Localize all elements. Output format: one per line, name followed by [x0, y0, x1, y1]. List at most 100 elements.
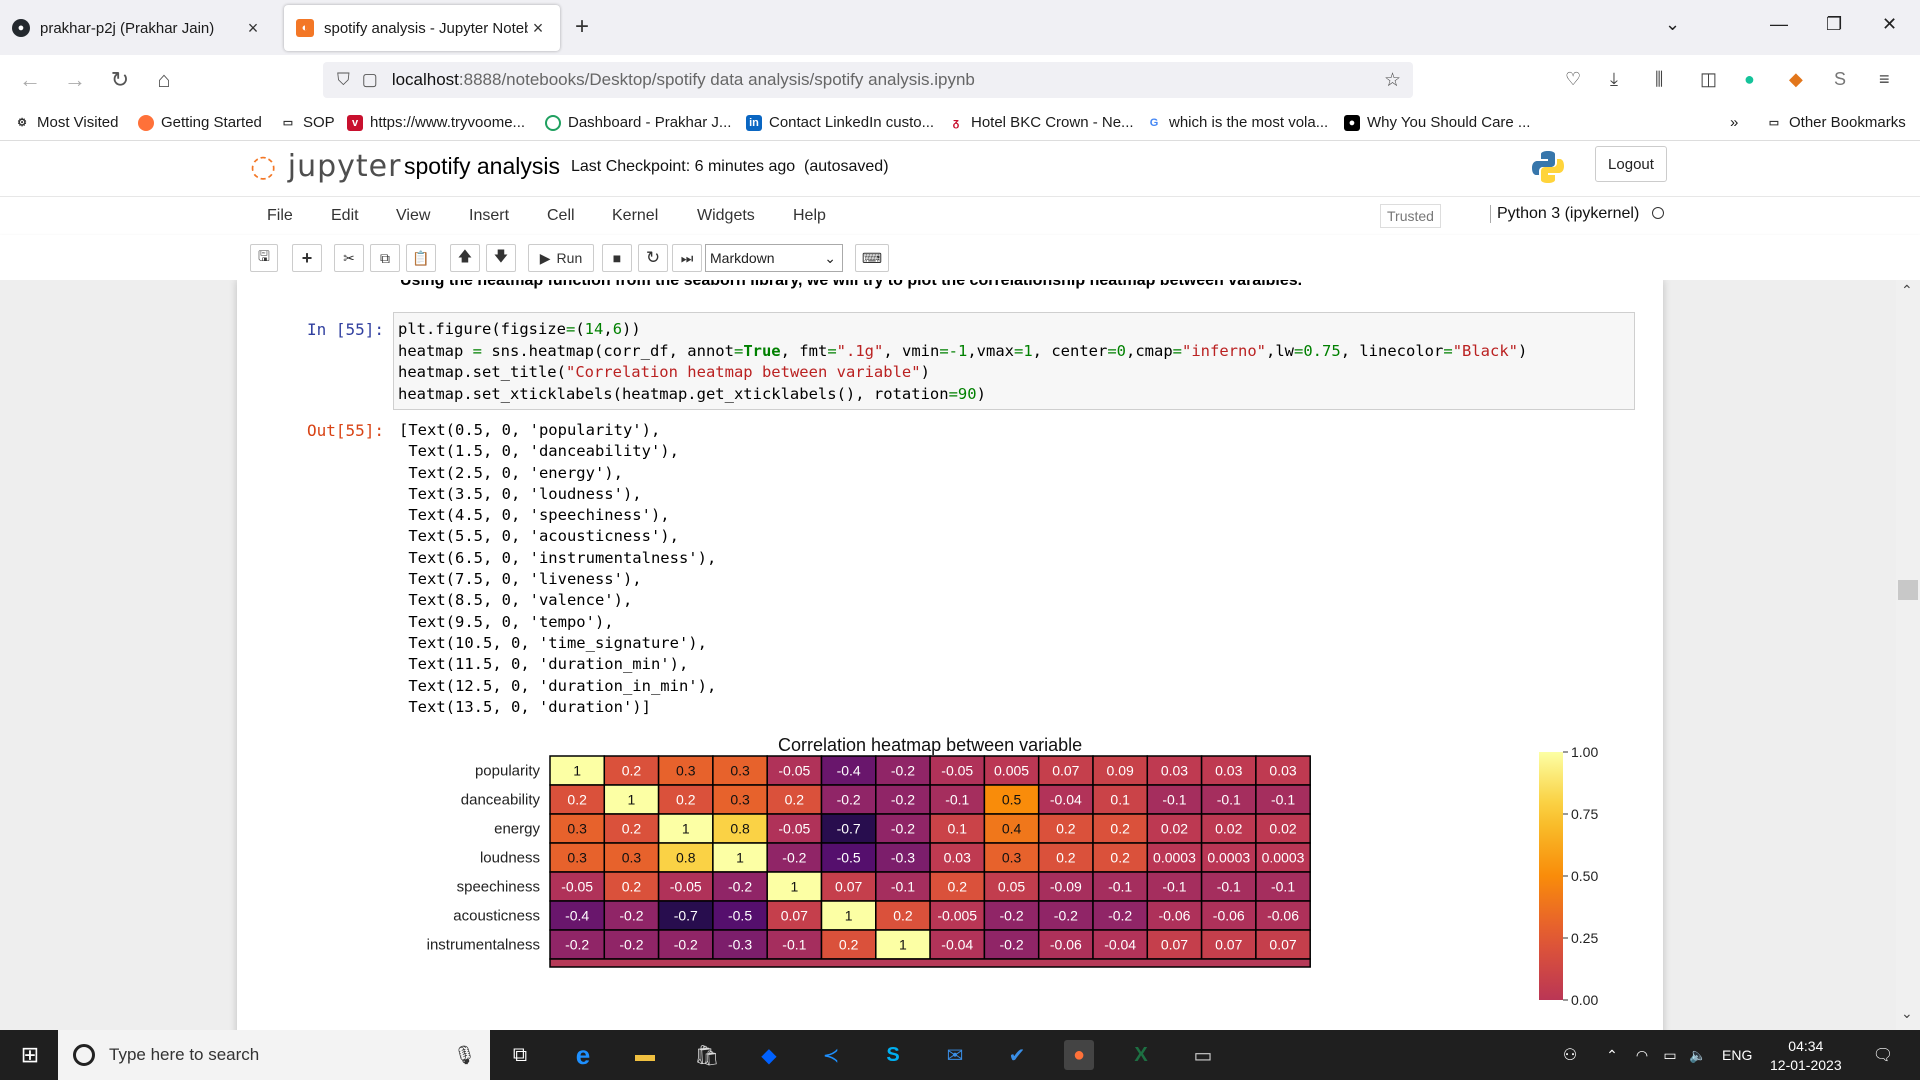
fast-forward-icon[interactable]: ⏭ [672, 244, 702, 272]
logout-button[interactable]: Logout [1595, 146, 1667, 182]
file-explorer-icon[interactable]: ▬ [630, 1040, 660, 1070]
jupyter-logo[interactable]: ◌ jupyter [250, 149, 401, 184]
close-icon[interactable]: × [528, 18, 548, 39]
menu-help[interactable]: Help [793, 207, 826, 225]
library-icon[interactable]: ⫼ [1655, 69, 1663, 90]
code-cell-input[interactable]: plt.figure(figsize=(14,6)) heatmap = sns… [393, 312, 1635, 410]
bookmark-medium[interactable]: ● Why You Should Care ... [1344, 114, 1530, 131]
cell-type-select[interactable]: Markdown ⌄ [705, 244, 843, 272]
tab-list-icon[interactable]: ⌄ [1665, 14, 1680, 35]
cell-annotation: 1 [682, 821, 690, 837]
run-button[interactable]: ▶ Run [528, 244, 594, 272]
bookmarks-overflow-icon[interactable]: » [1730, 114, 1738, 131]
cell-annotation: -0.2 [891, 763, 915, 779]
pocket-icon[interactable]: ♡ [1565, 69, 1581, 90]
sidebar-icon[interactable]: ◫ [1700, 69, 1717, 90]
insert-cell-icon[interactable]: + [292, 244, 322, 272]
menu-insert[interactable]: Insert [469, 207, 509, 225]
save-icon[interactable]: 🖫 [250, 244, 278, 272]
restore-icon[interactable]: ❐ [1826, 14, 1842, 35]
extension-s-icon[interactable]: S [1834, 69, 1846, 90]
wifi-icon[interactable]: ◠ [1627, 1040, 1657, 1070]
firefox-taskbar-icon[interactable]: ● [1064, 1040, 1094, 1070]
cell-annotation: -0.04 [941, 937, 973, 953]
excel-icon[interactable]: X [1126, 1040, 1156, 1070]
move-up-icon[interactable]: 🡅 [450, 244, 480, 272]
paste-icon[interactable]: 📋 [406, 244, 436, 272]
tab-github[interactable]: ● prakhar-p2j (Prakhar Jain) × [0, 5, 275, 51]
shield-icon: ⛉ [337, 70, 350, 89]
taskbar-search[interactable]: Type here to search 🎙 [58, 1030, 490, 1080]
bookmark-getting-started[interactable]: Getting Started [138, 114, 262, 131]
cell-annotation: 0.05 [998, 879, 1025, 895]
store-icon[interactable]: 🛍 [692, 1040, 722, 1070]
scroll-down-icon[interactable]: ⌄ [1901, 1005, 1913, 1022]
bookmark-google[interactable]: Gwhich is the most vola... [1146, 114, 1329, 131]
stop-icon[interactable]: ■ [602, 244, 632, 272]
folder-icon: ▭ [282, 116, 294, 129]
minimize-icon[interactable]: — [1770, 14, 1788, 35]
back-icon[interactable]: ← [16, 67, 44, 93]
todo-icon[interactable]: ✔ [1002, 1040, 1032, 1070]
move-down-icon[interactable]: 🡇 [486, 244, 516, 272]
download-icon[interactable]: ⤓ [1610, 69, 1618, 90]
mail-icon[interactable]: ✉ [940, 1040, 970, 1070]
taskbar-clock[interactable]: 04:34 12-01-2023 [1770, 1037, 1842, 1075]
bookmark-other[interactable]: ▭ Other Bookmarks [1766, 114, 1906, 131]
terminal-icon[interactable]: ▭ [1188, 1040, 1218, 1070]
url-bar[interactable]: ⛉ ▢ localhost:8888/notebooks/Desktop/spo… [323, 62, 1413, 98]
home-icon[interactable]: ⌂ [150, 67, 178, 93]
bookmark-hotel[interactable]: ᵹ Hotel BKC Crown - Ne... [948, 114, 1134, 131]
volume-icon[interactable]: 🔈 [1683, 1040, 1713, 1070]
forward-icon[interactable]: → [61, 67, 89, 93]
reload-icon[interactable]: ↻ [106, 67, 134, 93]
menu-icon[interactable]: ≡ [1879, 69, 1890, 90]
bookmark-dashboard[interactable]: Dashboard - Prakhar J... [545, 114, 731, 131]
notifications-icon[interactable]: 🗨 [1868, 1040, 1898, 1070]
keyboard-icon[interactable]: ⌨ [855, 244, 889, 272]
cut-icon[interactable]: ✂ [334, 244, 364, 272]
language-indicator[interactable]: ENG [1722, 1047, 1752, 1063]
copy-icon[interactable]: ⧉ [370, 244, 400, 272]
kernel-indicator[interactable]: Python 3 (ipykernel) [1490, 205, 1664, 223]
task-view-icon[interactable]: ⧉ [505, 1040, 535, 1070]
menu-view[interactable]: View [396, 207, 430, 225]
cell-annotation: 1 [736, 850, 744, 866]
battery-icon[interactable]: ▭ [1655, 1040, 1685, 1070]
window-close-icon[interactable]: ✕ [1882, 14, 1897, 35]
edge-icon[interactable]: e [568, 1040, 598, 1070]
menu-cell[interactable]: Cell [547, 207, 575, 225]
tab-jupyter[interactable]: ◐ spotify analysis - Jupyter Notebook × [284, 5, 560, 51]
skype-icon[interactable]: S [878, 1040, 908, 1070]
metamask-icon[interactable]: ◆ [1789, 69, 1803, 90]
microphone-icon[interactable]: 🎙 [453, 1045, 476, 1066]
bookmark-star-icon[interactable]: ☆ [1384, 69, 1401, 92]
bookmark-linkedin[interactable]: in Contact LinkedIn custo... [746, 114, 934, 131]
grammarly-icon[interactable]: ● [1744, 69, 1755, 90]
menu-file[interactable]: File [267, 207, 293, 225]
vscode-icon[interactable]: ≺ [816, 1040, 846, 1070]
people-icon[interactable]: ⚇ [1555, 1040, 1585, 1070]
close-icon[interactable]: × [243, 18, 263, 39]
bookmark-most-visited[interactable]: ⚙ Most Visited [14, 114, 118, 131]
bookmark-label: which is the most vola... [1169, 114, 1329, 131]
menu-edit[interactable]: Edit [331, 207, 359, 225]
clock-date: 12-01-2023 [1770, 1057, 1842, 1073]
notebook-name[interactable]: spotify analysis [404, 153, 560, 180]
menu-kernel[interactable]: Kernel [612, 207, 658, 225]
windows-start-icon[interactable]: ⊞ [15, 1040, 45, 1070]
tab-title: prakhar-p2j (Prakhar Jain) [40, 19, 215, 37]
new-tab-icon[interactable]: + [575, 13, 589, 41]
menu-widgets[interactable]: Widgets [697, 207, 755, 225]
vertical-scrollbar[interactable]: ⌃ ⌄ [1896, 280, 1920, 1030]
output-line: Text(1.5, 0, 'danceability'), [399, 442, 679, 461]
tray-chevron-icon[interactable]: ⌃ [1597, 1040, 1627, 1070]
scroll-up-icon[interactable]: ⌃ [1901, 282, 1913, 299]
trusted-indicator[interactable]: Trusted [1380, 204, 1441, 228]
bookmark-tryvoome[interactable]: v https://www.tryvoome... [347, 114, 525, 131]
cell-annotation: -0.1 [1217, 792, 1241, 808]
dropbox-icon[interactable]: ◆ [754, 1040, 784, 1070]
restart-icon[interactable]: ↻ [638, 244, 668, 272]
scrollbar-thumb[interactable] [1898, 580, 1918, 600]
bookmark-sop[interactable]: ▭ SOP [280, 114, 335, 131]
